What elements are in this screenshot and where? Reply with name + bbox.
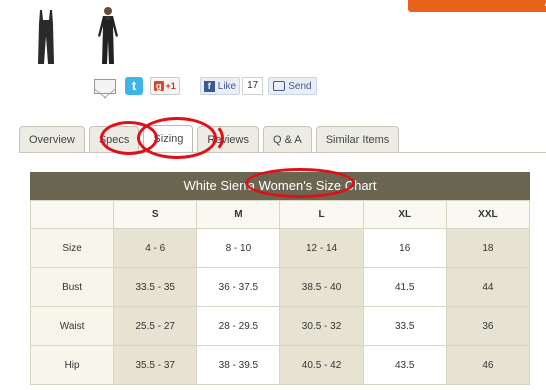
- table-cell: 30.5 - 32: [279, 306, 364, 346]
- email-icon[interactable]: [94, 78, 116, 94]
- table-cell: 16: [362, 228, 447, 268]
- facebook-send-button[interactable]: Send: [268, 77, 317, 95]
- size-chart-header-row: S M L XL XXL: [29, 200, 531, 229]
- table-cell: 38.5 - 40: [279, 267, 364, 307]
- google-plus-button[interactable]: g +1: [150, 77, 180, 95]
- row-label: Size: [29, 228, 115, 268]
- table-cell: 33.5 - 35: [113, 267, 198, 307]
- tab-qa[interactable]: Q & A: [262, 126, 312, 152]
- table-cell: 4 - 6: [113, 228, 198, 268]
- table-row: Hip 35.5 - 37 38 - 39.5 40.5 - 42 43.5 4…: [29, 345, 531, 385]
- twitter-icon[interactable]: t: [125, 77, 143, 95]
- column-header-blank: [29, 200, 115, 229]
- table-row: Waist 25.5 - 27 28 - 29.5 30.5 - 32 33.5…: [29, 306, 531, 346]
- row-label: Hip: [29, 345, 115, 385]
- highlight-circle-reviews: [196, 123, 224, 153]
- google-plus-label: +1: [165, 81, 176, 91]
- table-cell: 12 - 14: [279, 228, 364, 268]
- column-header-xl: XL: [362, 200, 447, 229]
- size-chart-table: S M L XL XXL Size 4 - 6 8 - 10 12 - 14 1…: [29, 200, 531, 385]
- facebook-send-label: Send: [288, 80, 312, 92]
- table-cell: 25.5 - 27: [113, 306, 198, 346]
- share-bar: t g +1 f Like 17 Send: [94, 77, 317, 95]
- product-thumbnail-bib[interactable]: [28, 6, 64, 66]
- table-row: Bust 33.5 - 35 36 - 37.5 38.5 - 40 41.5 …: [29, 267, 531, 307]
- table-cell: 33.5: [362, 306, 447, 346]
- product-thumbnail-model[interactable]: [88, 6, 128, 66]
- table-cell: 35.5 - 37: [113, 345, 198, 385]
- table-cell: 8 - 10: [196, 228, 281, 268]
- column-header-xxl: XXL: [445, 200, 531, 229]
- table-cell: 18: [445, 228, 531, 268]
- table-cell: 38 - 39.5: [196, 345, 281, 385]
- table-cell: 43.5: [362, 345, 447, 385]
- highlight-circle-chart-title: [245, 168, 355, 198]
- table-cell: 44: [445, 267, 531, 307]
- table-cell: 28 - 29.5: [196, 306, 281, 346]
- row-label: Bust: [29, 267, 115, 307]
- row-label: Waist: [29, 306, 115, 346]
- table-cell: 46: [445, 345, 531, 385]
- facebook-like-button[interactable]: f Like: [199, 77, 241, 95]
- cart-button[interactable]: A: [408, 0, 546, 12]
- table-cell: 36 - 37.5: [196, 267, 281, 307]
- tab-divider: [19, 152, 546, 153]
- column-header-m: M: [196, 200, 281, 229]
- like-count: 17: [242, 77, 264, 95]
- table-cell: 41.5: [362, 267, 447, 307]
- table-cell: 40.5 - 42: [279, 345, 364, 385]
- facebook-like-label: Like: [217, 80, 237, 92]
- size-chart: White Sierra Women's Size Chart S M L XL…: [29, 172, 531, 385]
- table-cell: 36: [445, 306, 531, 346]
- send-bubble-icon: [273, 81, 286, 91]
- column-header-s: S: [113, 200, 198, 229]
- table-row: Size 4 - 6 8 - 10 12 - 14 16 18: [29, 228, 531, 268]
- tab-overview[interactable]: Overview: [19, 126, 85, 152]
- tab-similar-items[interactable]: Similar Items: [315, 126, 400, 152]
- facebook-icon: f: [203, 80, 215, 92]
- column-header-l: L: [279, 200, 364, 229]
